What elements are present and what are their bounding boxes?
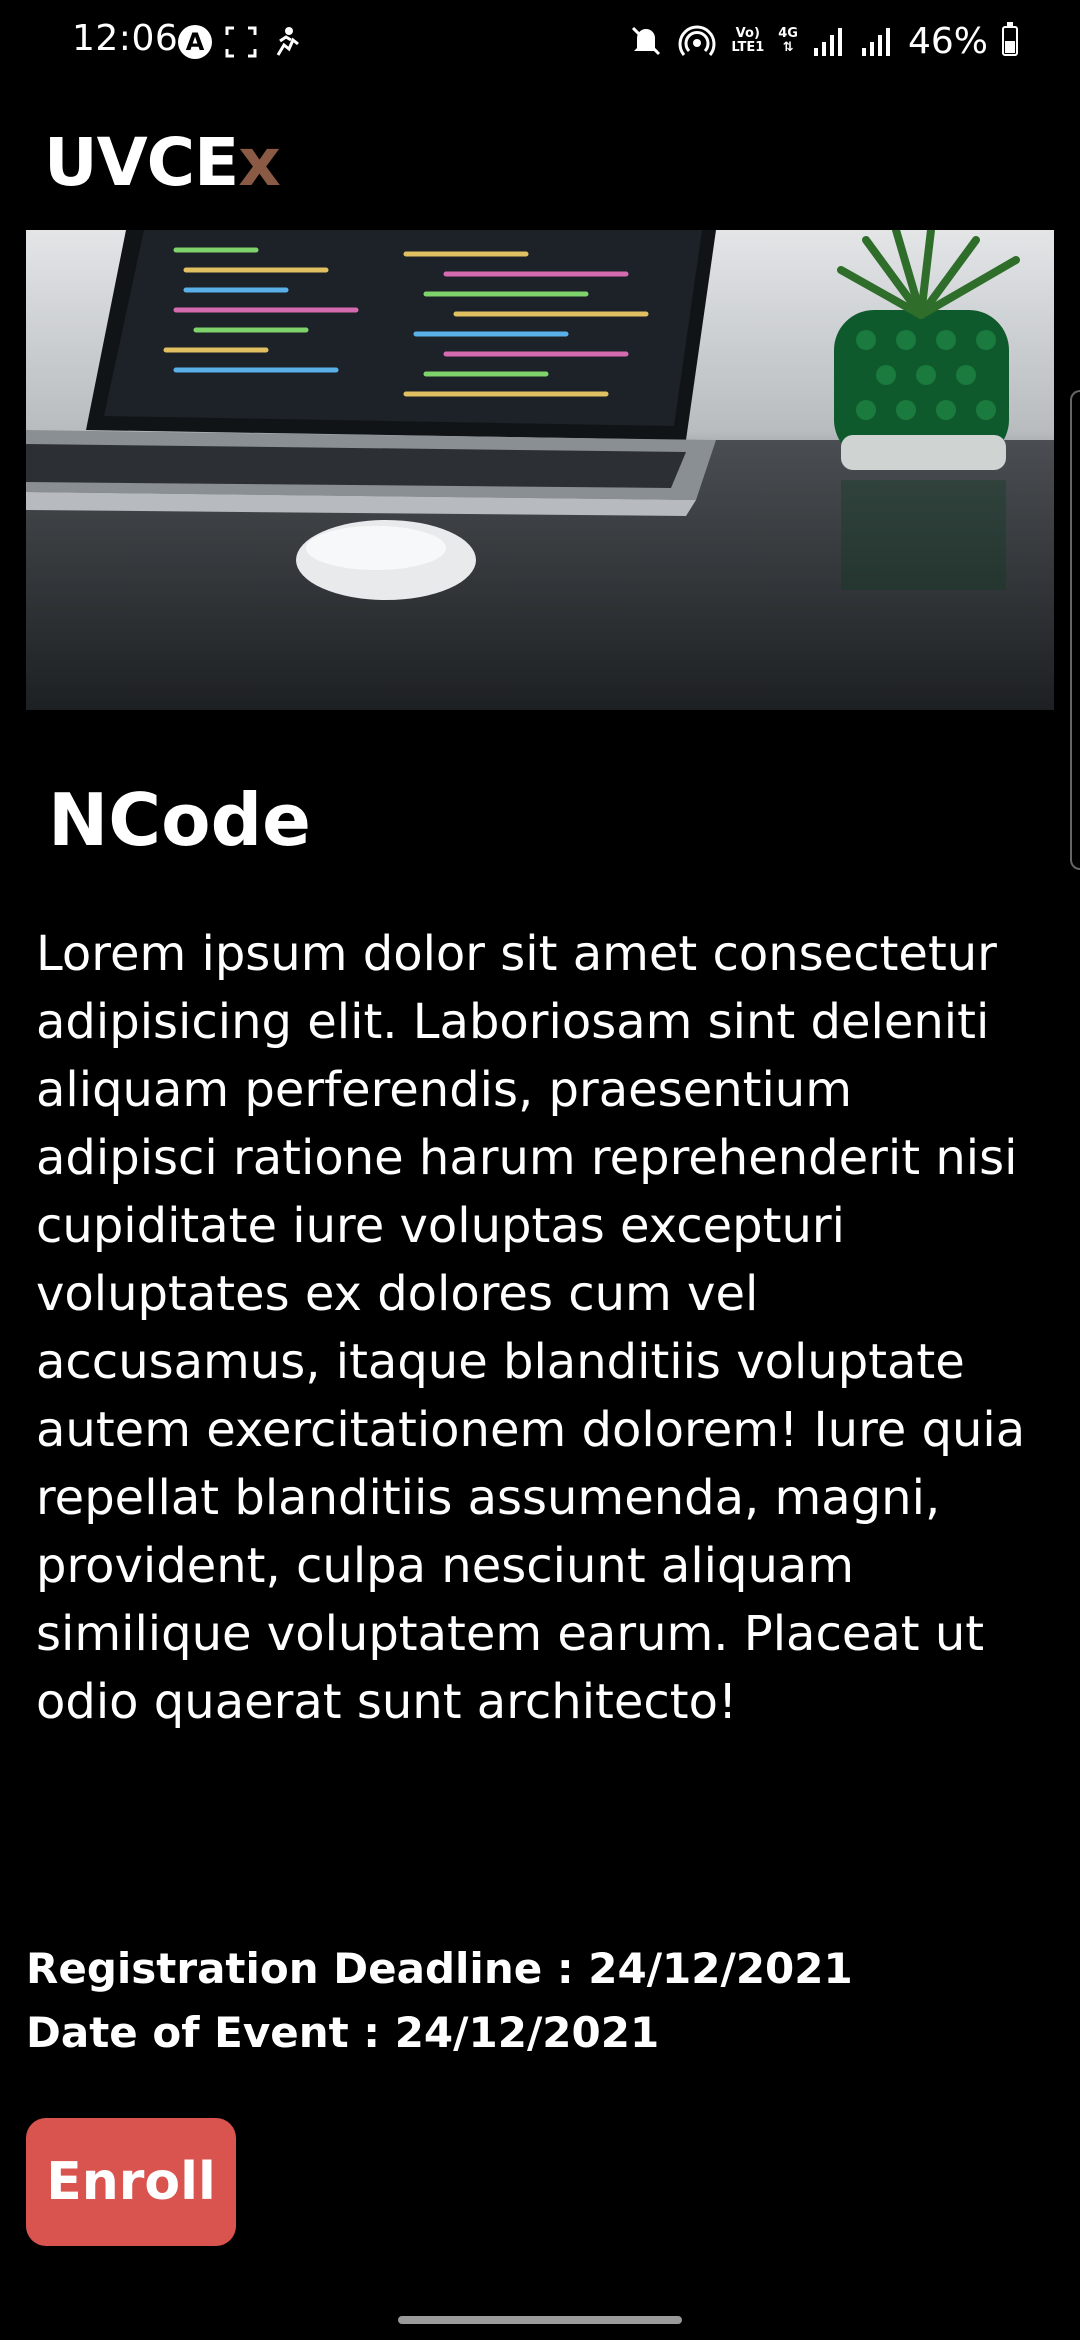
scrollbar-handle[interactable]: [1070, 390, 1080, 870]
event-title: NCode: [48, 778, 311, 862]
signal-icon: [861, 28, 890, 56]
event-description: Lorem ipsum dolor sit amet consectetur a…: [36, 926, 1026, 1730]
fitness-icon: [276, 27, 299, 56]
registration-deadline: Registration Deadline : 24/12/2021: [26, 1944, 853, 1993]
data-arrows-icon: ⇅: [782, 40, 794, 55]
hotspot-icon: [678, 25, 716, 56]
status-time: 12:06: [72, 18, 179, 59]
event-banner-image: [26, 230, 1054, 710]
status-left-icons: A: [178, 22, 304, 62]
app-title-main: UVCE: [44, 124, 239, 201]
a-badge-icon: A: [178, 25, 212, 59]
screenshot-icon: [225, 26, 257, 58]
volte-top-text: Vo): [735, 26, 760, 41]
signal-icon: [813, 28, 842, 56]
status-right-icons: Vo) LTE1 4G ⇅ 46%: [629, 18, 1018, 64]
home-indicator[interactable]: [398, 2316, 682, 2324]
event-date: Date of Event : 24/12/2021: [26, 2008, 660, 2057]
app-title-accent: x: [238, 124, 281, 201]
battery-icon: [1002, 22, 1018, 56]
data-type-text: 4G: [778, 26, 798, 41]
battery-percent: 46%: [907, 20, 988, 62]
laptop-photo-illustration: [26, 230, 1054, 710]
enroll-button[interactable]: Enroll: [26, 2118, 236, 2246]
volte-bottom-text: LTE1: [731, 40, 765, 55]
mute-icon: [632, 26, 661, 56]
status-bar: 12:06 A Vo) LTE1 4G ⇅ 46%: [0, 0, 1080, 84]
data-indicator: 4G ⇅: [778, 27, 798, 55]
volte-indicator: Vo) LTE1: [731, 27, 764, 55]
app-title: UVCEx: [44, 124, 281, 201]
